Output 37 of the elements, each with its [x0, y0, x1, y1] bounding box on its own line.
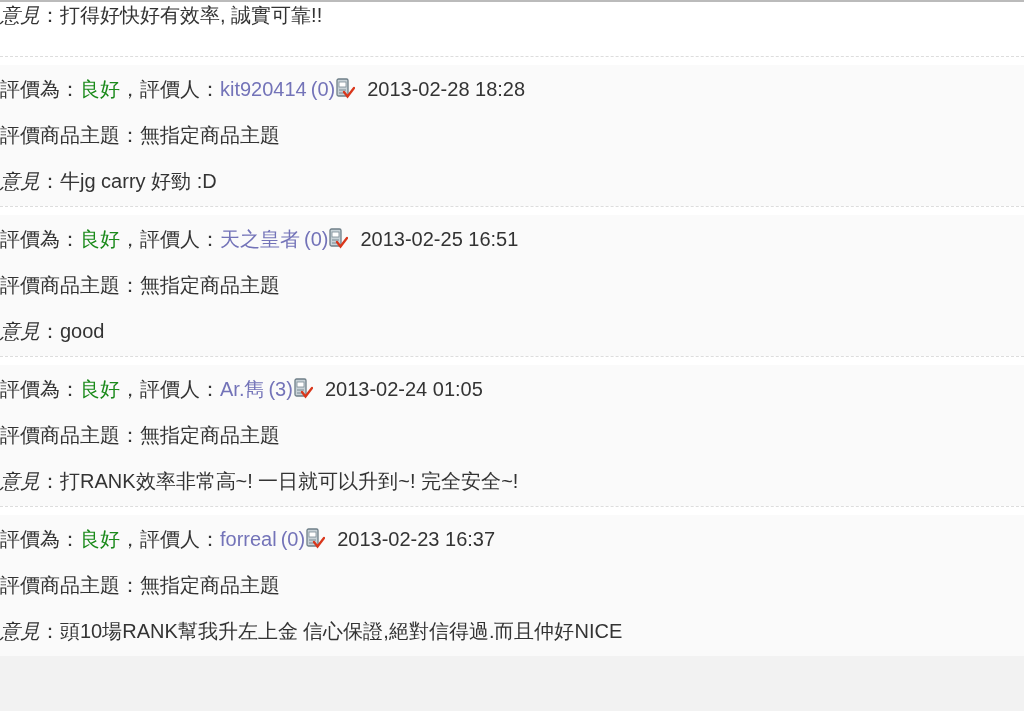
rater-link[interactable]: kit920414 [220, 76, 307, 102]
rater-link[interactable]: 天之皇者 [220, 226, 300, 252]
subject-text: 評價商品主題：無指定商品主題 [0, 273, 281, 298]
comment-text: 意見：good [0, 319, 106, 344]
rater-label: ，評價人： [120, 527, 220, 552]
date-text: 2013-02-23 16:37 [337, 527, 496, 552]
comment-text: 意見：牛jg carry 好勁 :D [0, 169, 218, 194]
phone-check-icon [335, 78, 356, 100]
feedback-count-link[interactable]: (0) [310, 76, 336, 102]
rater-label: ，評價人： [120, 77, 220, 102]
rating-label: 評價為： [0, 227, 80, 252]
rating-value: 良好 [80, 77, 120, 102]
rating-label: 評價為： [0, 527, 80, 552]
comment-text: 意見：打得好快好有效率, 誠實可靠!! [0, 3, 324, 28]
phone-check-icon [292, 378, 313, 400]
rating-value: 良好 [80, 527, 120, 552]
feedback-count-link[interactable]: (0) [280, 526, 306, 552]
rating-value: 良好 [80, 377, 120, 402]
rating-value: 良好 [80, 227, 120, 252]
date-text: 2013-02-24 01:05 [324, 377, 483, 402]
subject-text: 評價商品主題：無指定商品主題 [0, 573, 281, 598]
rating-label: 評價為： [0, 77, 80, 102]
comment-text: 意見：頭10場RANK幫我升左上金 信心保證,絕對信得過.而且仲好NICE [0, 619, 624, 644]
rater-link[interactable]: Ar.雋 [220, 376, 265, 402]
rater-label: ，評價人： [120, 377, 220, 402]
subject-text: 評價商品主題：無指定商品主題 [0, 123, 281, 148]
date-text: 2013-02-25 16:51 [360, 227, 519, 252]
rater-label: ，評價人： [120, 227, 220, 252]
phone-check-icon [305, 528, 326, 550]
date-text: 2013-02-28 18:28 [367, 77, 526, 102]
rating-label: 評價為： [0, 377, 80, 402]
feedback-count-link[interactable]: (0) [304, 226, 329, 252]
phone-check-icon [328, 228, 349, 250]
subject-text: 評價商品主題：無指定商品主題 [0, 423, 281, 448]
comment-text: 意見：打RANK效率非常高~! 一日就可以升到~! 完全安全~! [0, 469, 520, 494]
rater-link[interactable]: forreal [220, 526, 277, 552]
feedback-count-link[interactable]: (3) [268, 376, 293, 402]
